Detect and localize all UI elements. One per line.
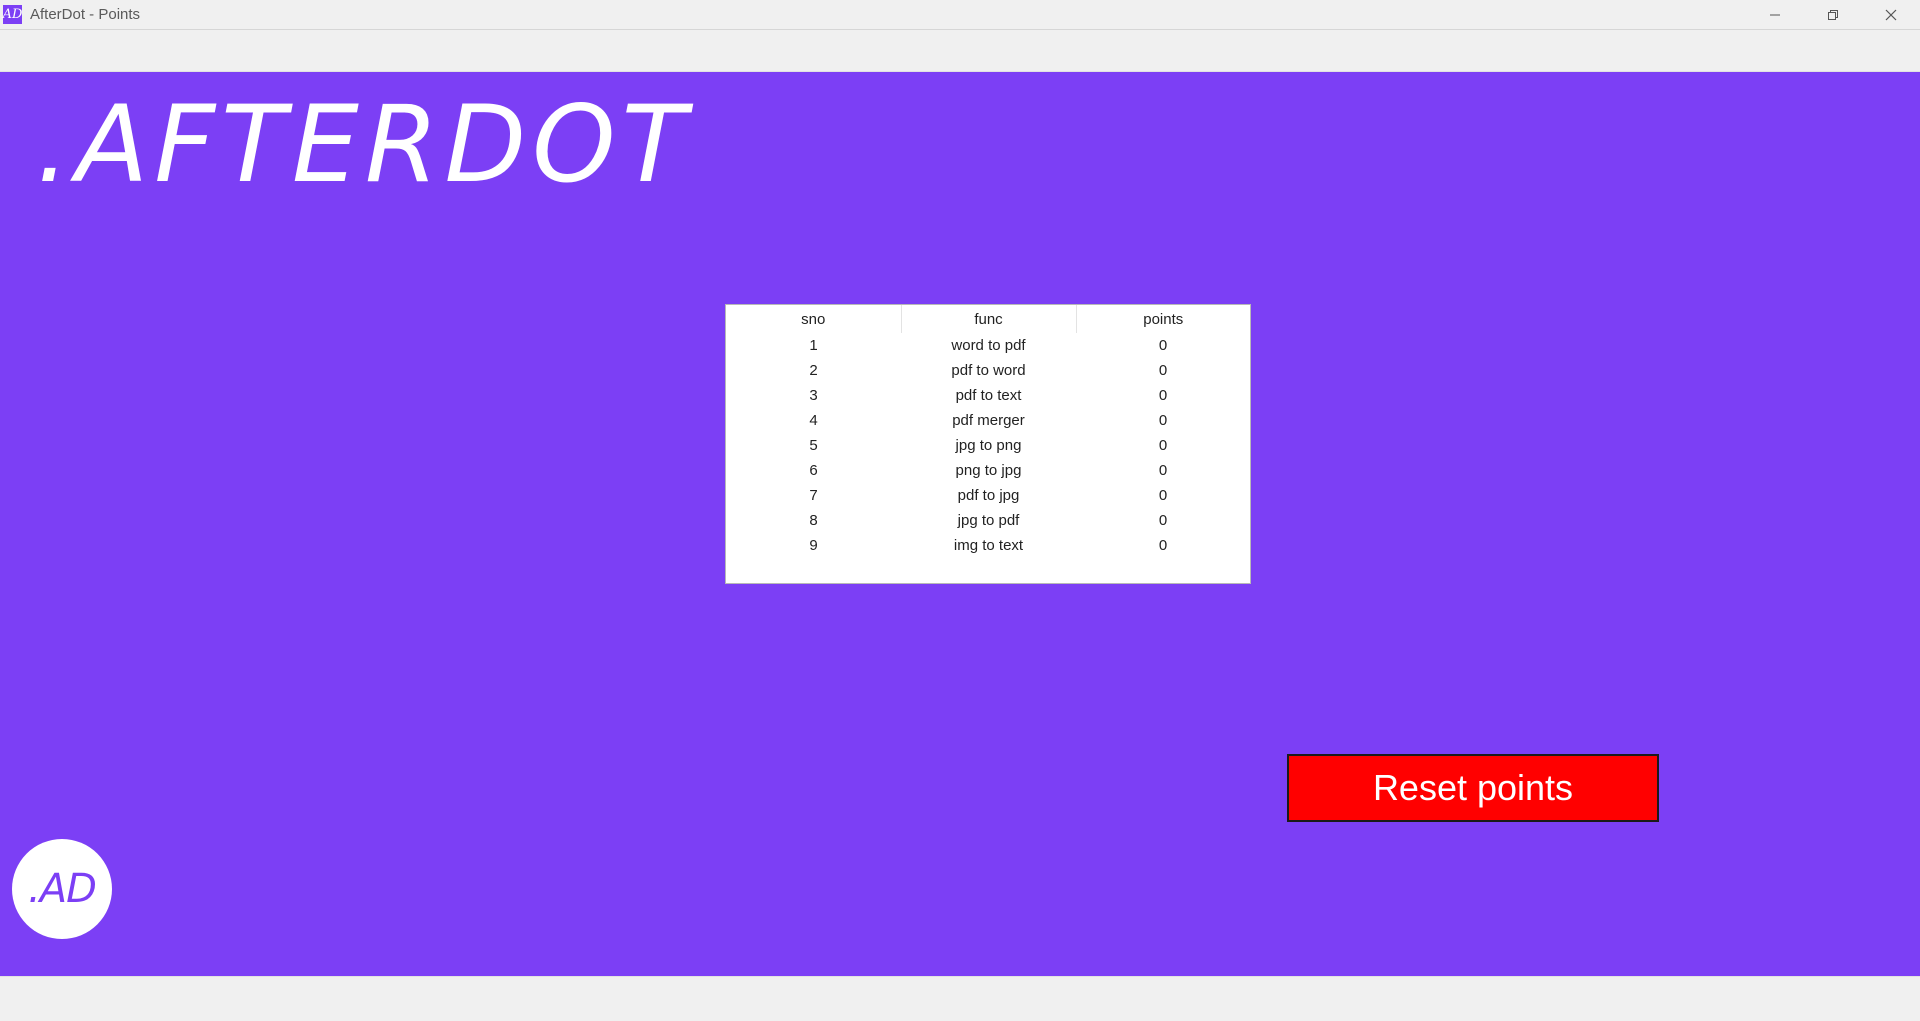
window-title: AfterDot - Points	[30, 6, 141, 23]
cell-sno: 5	[809, 437, 818, 454]
cell-func: pdf to jpg	[957, 487, 1020, 504]
cell-sno: 8	[809, 512, 818, 529]
table-row[interactable]: 8 jpg to pdf 0	[726, 508, 1250, 533]
table-row[interactable]: 2 pdf to word 0	[726, 358, 1250, 383]
cell-sno: 7	[809, 487, 818, 504]
points-table-grid: sno func points 1 word to pdf 0 2 pdf to…	[726, 305, 1250, 558]
minimize-icon	[1770, 14, 1780, 15]
cell-points: 0	[1158, 537, 1168, 554]
column-header-points[interactable]: points	[1075, 305, 1250, 333]
table-row[interactable]: 1 word to pdf 0	[726, 333, 1250, 358]
title-bar: AD AfterDot - Points	[0, 0, 1920, 30]
table-header-row: sno func points	[726, 305, 1250, 333]
cell-points: 0	[1158, 387, 1168, 404]
cell-sno: 3	[809, 387, 818, 404]
cell-func: pdf to text	[955, 387, 1022, 404]
points-table: sno func points 1 word to pdf 0 2 pdf to…	[725, 304, 1251, 584]
table-row[interactable]: 7 pdf to jpg 0	[726, 483, 1250, 508]
cell-sno: 4	[809, 412, 818, 429]
cell-points: 0	[1158, 462, 1168, 479]
close-icon	[1885, 9, 1897, 20]
cell-points: 0	[1158, 362, 1168, 379]
restore-button[interactable]	[1804, 0, 1862, 29]
cell-func: pdf merger	[952, 412, 1025, 429]
table-row[interactable]: 5 jpg to png 0	[726, 433, 1250, 458]
cell-points: 0	[1158, 487, 1168, 504]
cell-sno: 9	[809, 537, 818, 554]
column-header-func[interactable]: func	[900, 305, 1076, 333]
cell-func: word to pdf	[951, 337, 1026, 354]
cell-func: pdf to word	[951, 362, 1026, 379]
cell-points: 0	[1158, 437, 1168, 454]
reset-points-button[interactable]: Reset points	[1287, 754, 1659, 822]
cell-points: 0	[1158, 412, 1168, 429]
afterdot-logo: .AD	[12, 839, 112, 939]
logo-text: .AD	[28, 866, 97, 912]
top-strip	[0, 30, 1920, 72]
table-row[interactable]: 6 png to jpg 0	[726, 458, 1250, 483]
brand-title: .AFTERDOT	[36, 83, 693, 206]
cell-sno: 2	[809, 362, 818, 379]
table-row[interactable]: 3 pdf to text 0	[726, 383, 1250, 408]
app-window: AD AfterDot - Points .AFTERDOT sno func …	[0, 0, 1920, 1021]
cell-func: jpg to png	[955, 437, 1022, 454]
cell-points: 0	[1158, 337, 1168, 354]
restore-icon	[1828, 9, 1838, 20]
app-icon: AD	[2, 5, 23, 24]
cell-sno: 1	[809, 337, 818, 354]
cell-func: png to jpg	[955, 462, 1022, 479]
bottom-strip	[0, 976, 1920, 1021]
table-row[interactable]: 9 img to text 0	[726, 533, 1250, 558]
cell-sno: 6	[809, 462, 818, 479]
cell-func: img to text	[953, 537, 1024, 554]
cell-func: jpg to pdf	[957, 512, 1020, 529]
window-controls	[1746, 0, 1920, 29]
table-row[interactable]: 4 pdf merger 0	[726, 408, 1250, 433]
main-panel: .AFTERDOT sno func points 1 word to pdf …	[0, 72, 1920, 976]
column-header-sno[interactable]: sno	[726, 305, 901, 333]
close-button[interactable]	[1862, 0, 1920, 29]
minimize-button[interactable]	[1746, 0, 1804, 29]
cell-points: 0	[1158, 512, 1168, 529]
